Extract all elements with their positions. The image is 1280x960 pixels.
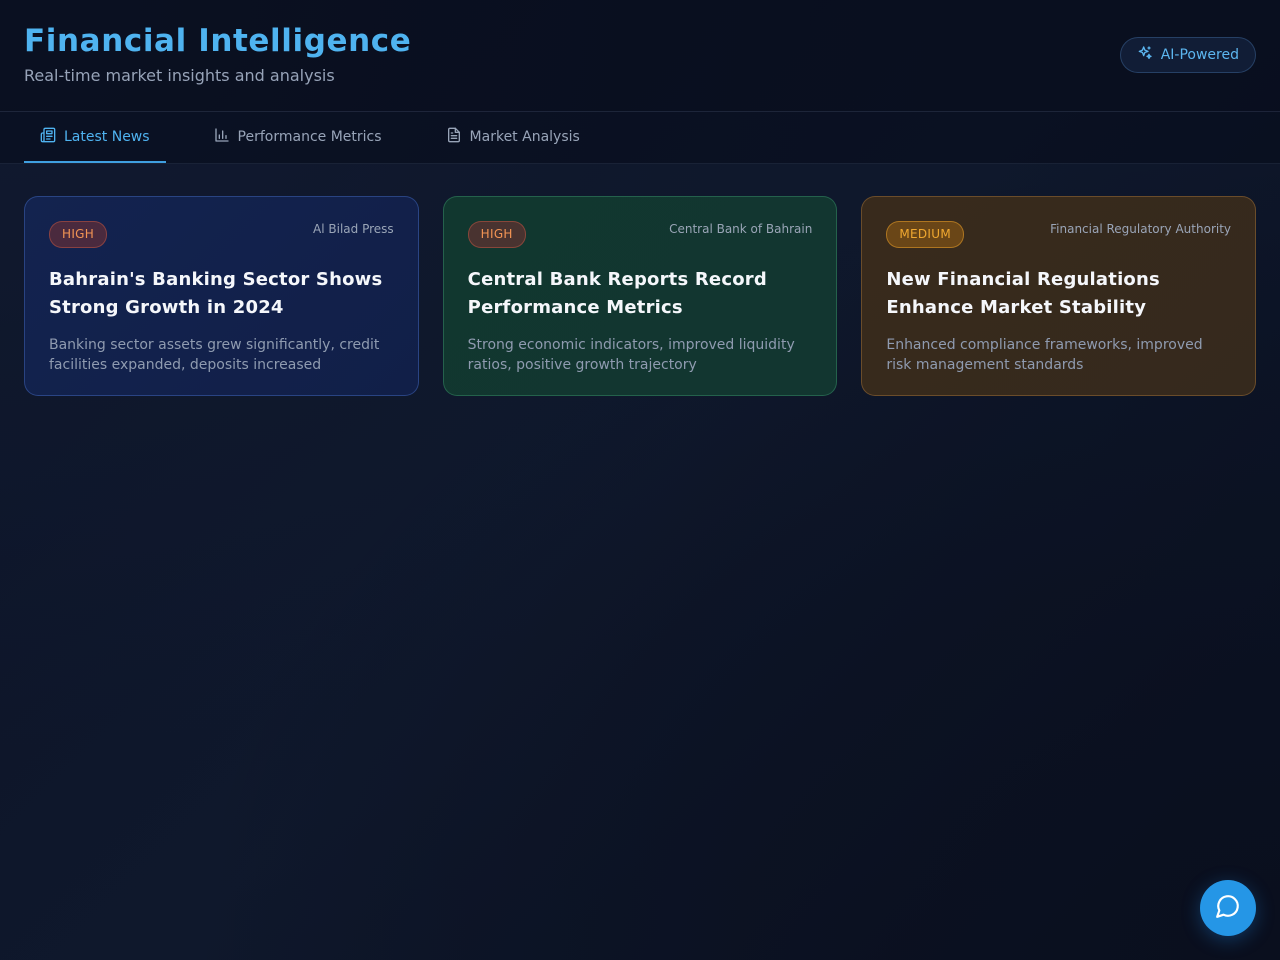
tab-label: Performance Metrics: [237, 128, 382, 145]
tab-label: Market Analysis: [469, 128, 580, 145]
news-title: New Financial Regulations Enhance Market…: [886, 269, 1160, 318]
news-summary: Banking sector assets grew significantly…: [49, 337, 380, 373]
news-card-grid: HIGH Al Bilad Press Bahrain's Banking Se…: [0, 164, 1280, 396]
priority-badge: HIGH: [467, 221, 526, 248]
bar-chart-icon: [214, 127, 230, 147]
news-source: Central Bank of Bahrain: [669, 222, 813, 236]
sparkles-icon: [1137, 45, 1153, 65]
news-summary: Enhanced compliance frameworks, improved…: [886, 337, 1203, 373]
news-card[interactable]: HIGH Central Bank of Bahrain Central Ban…: [442, 196, 838, 396]
news-card[interactable]: MEDIUM Financial Regulatory Authority Ne…: [861, 196, 1257, 396]
chat-button[interactable]: [1200, 880, 1256, 936]
tab-bar: Latest News Performance Metrics Market A…: [0, 112, 1280, 164]
tab-label: Latest News: [64, 128, 150, 145]
priority-badge: MEDIUM: [886, 221, 964, 248]
news-summary: Strong economic indicators, improved liq…: [467, 337, 795, 373]
tab-market-analysis[interactable]: Market Analysis: [430, 112, 596, 163]
newspaper-icon: [40, 127, 56, 147]
document-icon: [446, 127, 462, 147]
page-title: Financial Intelligence: [24, 23, 412, 59]
priority-badge: HIGH: [49, 221, 108, 248]
news-title: Central Bank Reports Record Performance …: [467, 269, 767, 318]
page-subtitle: Real-time market insights and analysis: [24, 66, 335, 85]
chat-bubble-icon: [1215, 893, 1241, 923]
news-source: Al Bilad Press: [313, 222, 394, 236]
tab-latest-news[interactable]: Latest News: [24, 112, 166, 163]
tab-performance-metrics[interactable]: Performance Metrics: [198, 112, 398, 163]
news-source: Financial Regulatory Authority: [1050, 222, 1232, 236]
ai-powered-badge: AI-Powered: [1119, 37, 1256, 73]
news-card[interactable]: HIGH Al Bilad Press Bahrain's Banking Se…: [24, 196, 419, 396]
app-header: Financial Intelligence Real-time market …: [0, 0, 1280, 112]
ai-powered-label: AI-Powered: [1160, 47, 1239, 63]
news-title: Bahrain's Banking Sector Shows Strong Gr…: [49, 269, 383, 318]
